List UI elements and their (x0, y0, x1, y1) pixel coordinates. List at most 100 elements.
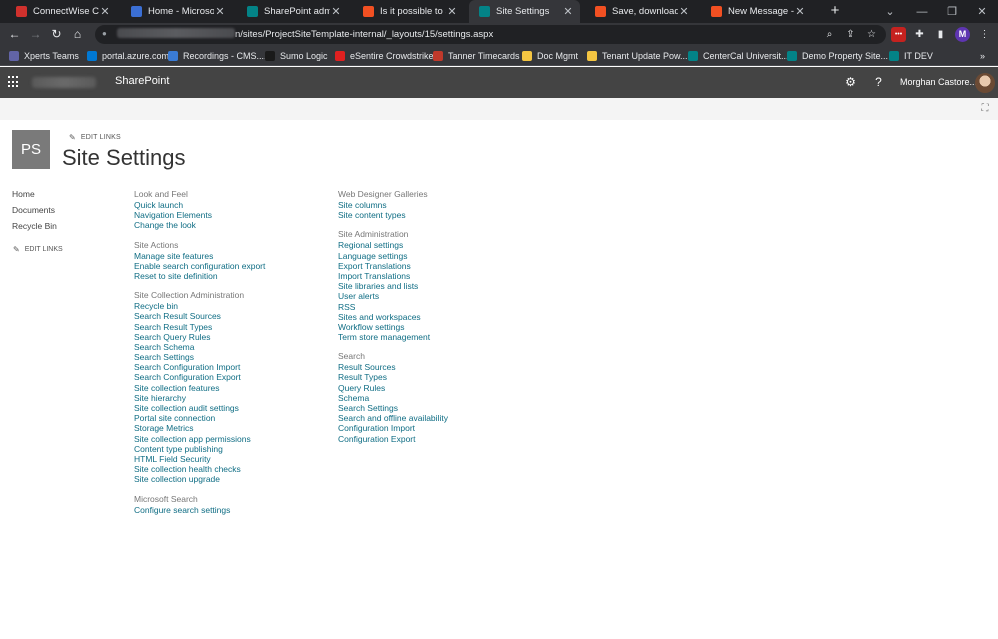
settings-link-search-result-sources[interactable]: Search Result Sources (134, 311, 265, 321)
home-icon[interactable]: ⌂ (69, 26, 86, 43)
app-launcher-icon[interactable] (8, 76, 20, 88)
settings-link-term-store-management[interactable]: Term store management (338, 332, 448, 342)
extensions-puzzle-icon[interactable]: ✚ (912, 27, 927, 42)
settings-link-storage-metrics[interactable]: Storage Metrics (134, 423, 265, 433)
back-icon[interactable]: ← (6, 26, 23, 43)
bookmark-xperts-teams[interactable]: Xperts Teams (9, 49, 79, 63)
bookmark-recordings-cms[interactable]: Recordings - CMS.... (168, 49, 267, 63)
settings-link-reset-to-site-definition[interactable]: Reset to site definition (134, 271, 265, 281)
settings-link-site-content-types[interactable]: Site content types (338, 210, 448, 220)
bookmark-tenant-update-pow[interactable]: Tenant Update Pow... (587, 49, 688, 63)
bookmark-esentire-crowdstrike[interactable]: eSentire Crowdstrike (335, 49, 434, 63)
address-bar[interactable]: ● n/sites/ProjectSiteTemplate-internal/_… (95, 25, 886, 44)
tab-close-icon[interactable]: ✕ (214, 5, 226, 18)
settings-link-query-rules[interactable]: Query Rules (338, 383, 448, 393)
settings-link-recycle-bin[interactable]: Recycle bin (134, 301, 265, 311)
browser-tab-is-it-possible-to-save[interactable]: Is it possible to save✕ (353, 0, 464, 23)
settings-link-result-types[interactable]: Result Types (338, 372, 448, 382)
tab-close-icon[interactable]: ✕ (99, 5, 111, 18)
avatar[interactable] (975, 73, 995, 93)
restore-icon[interactable]: ❐ (937, 0, 967, 23)
settings-link-site-collection-health-checks[interactable]: Site collection health checks (134, 464, 265, 474)
site-logo[interactable]: PS (12, 130, 50, 169)
settings-link-configuration-import[interactable]: Configuration Import (338, 423, 448, 433)
browser-menu-icon[interactable]: ⋮ (977, 27, 992, 42)
settings-link-search-configuration-import[interactable]: Search Configuration Import (134, 362, 265, 372)
reload-icon[interactable]: ↻ (48, 26, 65, 43)
quick-launch-home[interactable]: Home (12, 188, 57, 204)
new-tab-button[interactable]: + (826, 2, 844, 20)
edit-links-quicklaunch-button[interactable]: ✎ EDIT LINKS (13, 245, 63, 254)
bookmark-star-icon[interactable]: ☆ (864, 27, 879, 42)
quick-launch-recycle-bin[interactable]: Recycle Bin (12, 220, 57, 236)
settings-link-search-configuration-export[interactable]: Search Configuration Export (134, 372, 265, 382)
tab-close-icon[interactable]: ✕ (794, 5, 806, 18)
settings-link-site-columns[interactable]: Site columns (338, 200, 448, 210)
settings-link-enable-search-configuration-export[interactable]: Enable search configuration export (134, 261, 265, 271)
help-icon[interactable]: ? (870, 74, 887, 91)
quick-launch-documents[interactable]: Documents (12, 204, 57, 220)
share-icon[interactable]: ⇪ (843, 27, 858, 42)
settings-link-language-settings[interactable]: Language settings (338, 251, 448, 261)
bookmark-centercal-universit[interactable]: CenterCal Universit... (688, 49, 789, 63)
settings-link-site-collection-upgrade[interactable]: Site collection upgrade (134, 474, 265, 484)
settings-link-search-settings[interactable]: Search Settings (134, 352, 265, 362)
edit-links-top-button[interactable]: ✎ EDIT LINKS (69, 133, 121, 142)
bookmark-sumo-logic[interactable]: Sumo Logic (265, 49, 328, 63)
tab-search-icon[interactable]: ⌄ (875, 0, 905, 23)
settings-link-import-translations[interactable]: Import Translations (338, 271, 448, 281)
bookmark-doc-mgmt[interactable]: Doc Mgmt (522, 49, 578, 63)
settings-link-regional-settings[interactable]: Regional settings (338, 240, 448, 250)
settings-link-export-translations[interactable]: Export Translations (338, 261, 448, 271)
side-panel-icon[interactable]: ▮ (933, 27, 948, 42)
settings-link-html-field-security[interactable]: HTML Field Security (134, 454, 265, 464)
settings-link-rss[interactable]: RSS (338, 302, 448, 312)
address-url[interactable]: n/sites/ProjectSiteTemplate-internal/_la… (117, 28, 493, 40)
settings-link-search-settings[interactable]: Search Settings (338, 403, 448, 413)
settings-link-content-type-publishing[interactable]: Content type publishing (134, 444, 265, 454)
bookmark-demo-property-site[interactable]: Demo Property Site... (787, 49, 888, 63)
minimize-icon[interactable]: — (907, 0, 937, 23)
profile-avatar-icon[interactable]: M (955, 27, 970, 42)
user-name[interactable]: Morghan Castore... (900, 77, 977, 87)
settings-link-configure-search-settings[interactable]: Configure search settings (134, 505, 265, 515)
browser-tab-site-settings[interactable]: Site Settings ✕ (469, 0, 580, 23)
settings-link-site-collection-features[interactable]: Site collection features (134, 383, 265, 393)
settings-link-user-alerts[interactable]: User alerts (338, 291, 448, 301)
browser-tab-home-microsoft-365[interactable]: Home - Microsoft 365✕ (121, 0, 232, 23)
settings-link-search-and-offline-availability[interactable]: Search and offline availability (338, 413, 448, 423)
browser-tab-new-message-micro[interactable]: New Message - Micro✕ (701, 0, 812, 23)
settings-link-site-collection-audit-settings[interactable]: Site collection audit settings (134, 403, 265, 413)
settings-link-search-result-types[interactable]: Search Result Types (134, 322, 265, 332)
settings-link-site-hierarchy[interactable]: Site hierarchy (134, 393, 265, 403)
settings-link-change-the-look[interactable]: Change the look (134, 220, 265, 230)
tab-close-icon[interactable]: ✕ (562, 5, 574, 18)
tab-close-icon[interactable]: ✕ (446, 5, 458, 18)
settings-link-quick-launch[interactable]: Quick launch (134, 200, 265, 210)
extension-lastpass-icon[interactable]: ••• (891, 27, 906, 42)
bookmarks-overflow-icon[interactable]: » (980, 49, 985, 63)
focus-content-icon[interactable]: ⛶ (979, 103, 991, 115)
settings-link-search-schema[interactable]: Search Schema (134, 342, 265, 352)
settings-link-sites-and-workspaces[interactable]: Sites and workspaces (338, 312, 448, 322)
settings-link-schema[interactable]: Schema (338, 393, 448, 403)
browser-tab-sharepoint-admin-center[interactable]: SharePoint admin center✕ (237, 0, 348, 23)
app-name[interactable]: SharePoint (115, 75, 169, 87)
settings-link-manage-site-features[interactable]: Manage site features (134, 251, 265, 261)
bookmark-tanner-timecards[interactable]: Tanner Timecards (433, 49, 520, 63)
browser-tab-connectwise-control[interactable]: ConnectWise Control✕ (6, 0, 117, 23)
settings-link-portal-site-connection[interactable]: Portal site connection (134, 413, 265, 423)
settings-link-navigation-elements[interactable]: Navigation Elements (134, 210, 265, 220)
gear-icon[interactable]: ⚙ (842, 74, 859, 91)
bookmark-it-dev[interactable]: IT DEV (889, 49, 933, 63)
tab-close-icon[interactable]: ✕ (330, 5, 342, 18)
bookmark-portal-azure-com[interactable]: portal.azure.com (87, 49, 169, 63)
settings-link-configuration-export[interactable]: Configuration Export (338, 434, 448, 444)
close-window-icon[interactable]: ✕ (967, 0, 997, 23)
settings-link-site-libraries-and-lists[interactable]: Site libraries and lists (338, 281, 448, 291)
forward-icon[interactable]: → (27, 26, 44, 43)
tab-close-icon[interactable]: ✕ (678, 5, 690, 18)
settings-link-result-sources[interactable]: Result Sources (338, 362, 448, 372)
browser-tab-save-download-and[interactable]: Save, download, and✕ (585, 0, 696, 23)
zoom-icon[interactable]: ⌕ (822, 27, 837, 42)
